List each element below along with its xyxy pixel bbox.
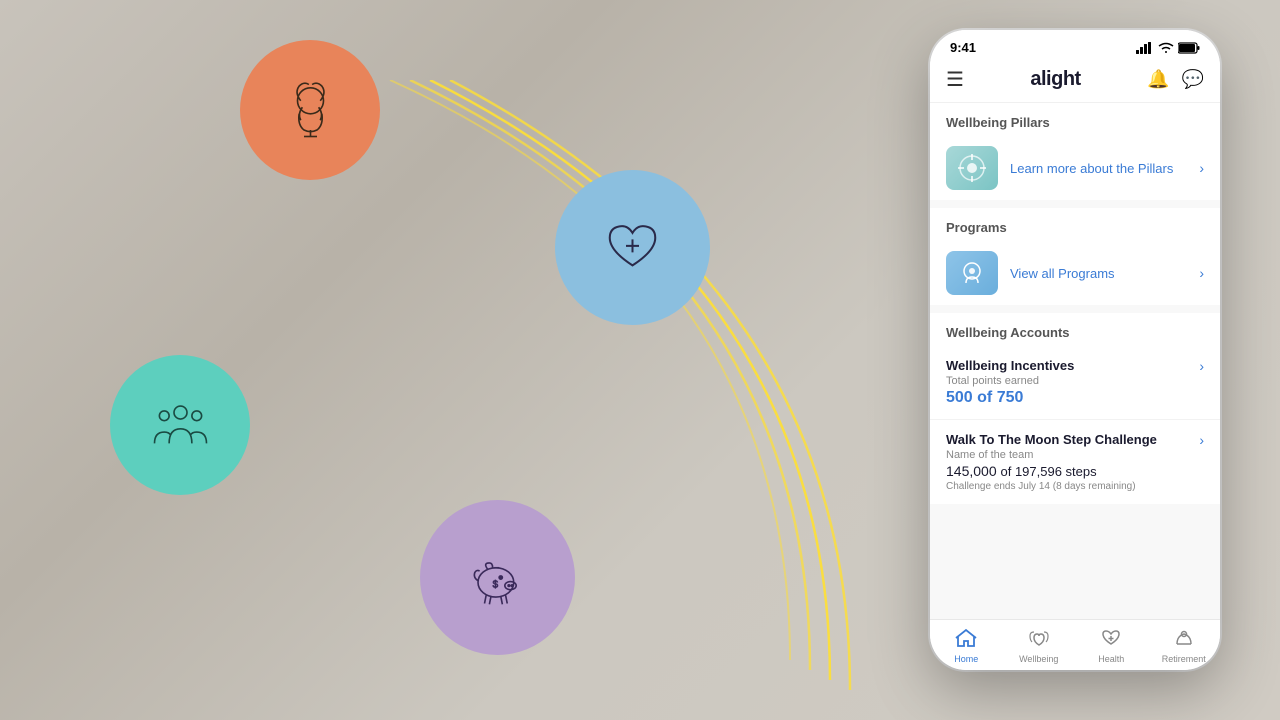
- nav-health-label: Health: [1098, 654, 1124, 664]
- step-challenge-ends: Challenge ends July 14 (8 days remaining…: [946, 481, 1199, 492]
- programs-section: Programs View all Programs ›: [930, 208, 1220, 305]
- step-challenge-team-label: Name of the team: [946, 449, 1199, 461]
- people-icon: [148, 393, 213, 458]
- message-icon[interactable]: 💬: [1182, 69, 1204, 90]
- wellbeing-accounts-section: Wellbeing Accounts Wellbeing Incentives …: [930, 313, 1220, 504]
- header-icons: 🔔 💬: [1147, 69, 1204, 90]
- nav-health[interactable]: Health: [1075, 620, 1148, 670]
- wellbeing-pillars-section: Wellbeing Pillars Learn more about the P…: [930, 103, 1220, 200]
- step-challenge-steps-value: 145,000: [946, 463, 997, 479]
- people-circle: [110, 355, 250, 495]
- pillars-link-text: Learn more about the Pillars: [1010, 161, 1187, 176]
- programs-thumb: [946, 251, 998, 295]
- home-icon: [955, 628, 977, 652]
- wellbeing-icon: [1028, 628, 1050, 652]
- incentives-chevron: ›: [1199, 358, 1204, 374]
- menu-icon[interactable]: ☰: [946, 67, 964, 92]
- nav-retirement-label: Retirement: [1162, 654, 1206, 664]
- bottom-nav: Home Wellbeing Health: [930, 619, 1220, 670]
- wellbeing-incentives-item[interactable]: Wellbeing Incentives Total points earned…: [930, 346, 1220, 420]
- pillars-thumb: [946, 146, 998, 190]
- programs-chevron: ›: [1199, 265, 1204, 281]
- incentives-name: Wellbeing Incentives: [946, 358, 1199, 373]
- nav-home-label: Home: [954, 654, 978, 664]
- status-time: 9:41: [950, 40, 976, 55]
- phone-mockup: 9:41 ☰ alight: [930, 30, 1220, 670]
- incentives-value: 500 of 750: [946, 389, 1199, 407]
- status-bar: 9:41: [930, 30, 1220, 61]
- heart-medical-icon: [600, 215, 665, 280]
- pillars-thumb-icon: [952, 150, 992, 186]
- step-challenge-steps: 145,000 of 197,596 steps: [946, 463, 1199, 479]
- incentives-info: Wellbeing Incentives Total points earned…: [946, 358, 1199, 407]
- programs-thumb-icon: [952, 255, 992, 291]
- health-circle: [555, 170, 710, 325]
- nav-wellbeing[interactable]: Wellbeing: [1003, 620, 1076, 670]
- wellbeing-accounts-title: Wellbeing Accounts: [930, 313, 1220, 346]
- step-challenge-name: Walk To The Moon Step Challenge: [946, 432, 1199, 447]
- bell-icon[interactable]: 🔔: [1147, 69, 1169, 90]
- piggy-bank-icon: $: [465, 545, 530, 610]
- status-icons: [1136, 42, 1200, 54]
- brain-icon: [278, 78, 343, 143]
- retirement-icon: [1173, 628, 1195, 652]
- step-challenge-info: Walk To The Moon Step Challenge Name of …: [946, 432, 1199, 492]
- pillars-link[interactable]: Learn more about the Pillars ›: [930, 136, 1220, 200]
- app-header: ☰ alight 🔔 💬: [930, 61, 1220, 103]
- health-icon: [1100, 628, 1122, 652]
- nav-wellbeing-label: Wellbeing: [1019, 654, 1058, 664]
- step-challenge-steps-total: of 197,596 steps: [1001, 464, 1097, 479]
- brain-circle: [240, 40, 380, 180]
- programs-title: Programs: [930, 208, 1220, 241]
- app-logo: alight: [1030, 68, 1080, 91]
- bottom-spacer: [930, 512, 1220, 520]
- programs-link[interactable]: View all Programs ›: [930, 241, 1220, 305]
- programs-link-text: View all Programs: [1010, 266, 1187, 281]
- signal-icon: [1136, 42, 1154, 54]
- phone-content[interactable]: Wellbeing Pillars Learn more about the P…: [930, 103, 1220, 619]
- step-challenge-item[interactable]: Walk To The Moon Step Challenge Name of …: [930, 420, 1220, 504]
- incentives-sublabel: Total points earned: [946, 375, 1199, 387]
- step-challenge-chevron: ›: [1199, 432, 1204, 448]
- battery-icon: [1178, 42, 1200, 54]
- wifi-icon: [1158, 42, 1174, 54]
- svg-text:$: $: [493, 579, 499, 590]
- piggybank-circle: $: [420, 500, 575, 655]
- wellbeing-pillars-title: Wellbeing Pillars: [930, 103, 1220, 136]
- pillars-chevron: ›: [1199, 160, 1204, 176]
